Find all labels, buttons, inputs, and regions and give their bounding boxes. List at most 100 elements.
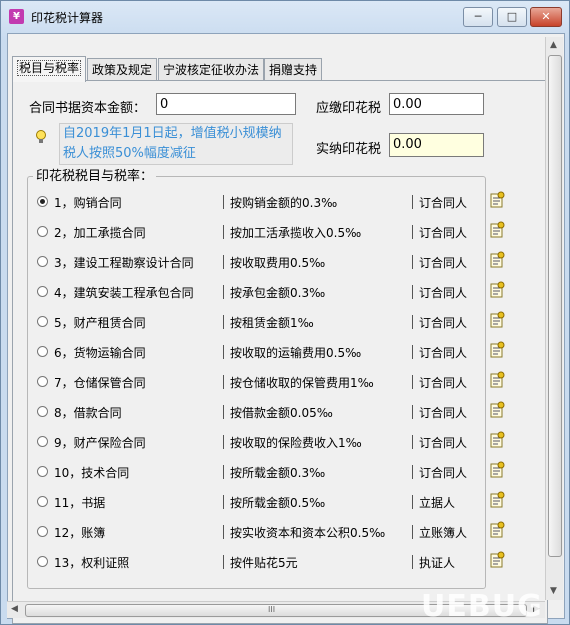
policy-notice: 自2019年1月1日起，增值税小规模纳税人按照50%幅度减征 bbox=[59, 123, 293, 165]
vertical-scrollbar[interactable]: ▲ ▼ bbox=[545, 37, 563, 600]
tax-item-row[interactable]: 10，技术合同 按所载金额0.3‰ 订合同人 bbox=[37, 461, 517, 483]
tax-item-payer: 订合同人 bbox=[419, 406, 468, 420]
notepad-icon[interactable] bbox=[489, 491, 505, 509]
tax-item-radio[interactable] bbox=[37, 256, 48, 267]
tax-item-row[interactable]: 3，建设工程勘察设计合同 按收取费用0.5‰ 订合同人 bbox=[37, 251, 517, 273]
notepad-icon[interactable] bbox=[489, 371, 505, 389]
tax-item-name: 10，技术合同 bbox=[54, 466, 130, 480]
column-separator bbox=[412, 555, 413, 569]
tax-item-rate: 按件贴花5元 bbox=[230, 556, 298, 570]
notepad-icon[interactable] bbox=[489, 221, 505, 239]
tax-item-row[interactable]: 12，账簿 按实收资本和资本公积0.5‰ 立账簿人 bbox=[37, 521, 517, 543]
app-icon: ¥ bbox=[9, 9, 24, 24]
capital-input[interactable]: 0 bbox=[156, 93, 296, 115]
tax-item-payer: 订合同人 bbox=[419, 376, 468, 390]
tax-item-name: 1，购销合同 bbox=[54, 196, 122, 210]
tab-tax-items[interactable]: 税目与税率 bbox=[12, 56, 87, 82]
tax-item-radio[interactable] bbox=[37, 406, 48, 417]
column-separator bbox=[223, 255, 224, 269]
tax-item-rate: 按所载金额0.3‰ bbox=[230, 466, 326, 480]
title-bar[interactable]: ¥ 印花税计算器 ─ □ ✕ bbox=[1, 1, 569, 31]
column-separator bbox=[223, 195, 224, 209]
scroll-left-icon[interactable]: ◀ bbox=[11, 604, 18, 614]
scroll-down-icon[interactable]: ▼ bbox=[550, 586, 557, 596]
maximize-button[interactable]: □ bbox=[497, 7, 527, 27]
tax-item-radio[interactable] bbox=[37, 496, 48, 507]
watermark-logo: UEBUG bbox=[421, 589, 543, 624]
column-separator bbox=[412, 315, 413, 329]
tax-item-row[interactable]: 6，货物运输合同 按收取的运输费用0.5‰ 订合同人 bbox=[37, 341, 517, 363]
scroll-up-icon[interactable]: ▲ bbox=[550, 40, 557, 50]
tab-policy[interactable]: 政策及规定 bbox=[87, 58, 158, 81]
tax-item-payer: 执证人 bbox=[419, 556, 456, 570]
tax-item-row[interactable]: 13，权利证照 按件贴花5元 执证人 bbox=[37, 551, 517, 573]
tax-item-payer: 订合同人 bbox=[419, 256, 468, 270]
tax-item-radio[interactable] bbox=[37, 346, 48, 357]
tax-item-payer: 订合同人 bbox=[419, 316, 468, 330]
tax-item-row[interactable]: 1，购销合同 按购销金额的0.3‰ 订合同人 bbox=[37, 191, 517, 213]
notepad-icon[interactable] bbox=[489, 281, 505, 299]
column-separator bbox=[412, 465, 413, 479]
vertical-scroll-thumb[interactable] bbox=[548, 55, 562, 557]
tax-item-name: 6，货物运输合同 bbox=[54, 346, 146, 360]
notepad-icon[interactable] bbox=[489, 461, 505, 479]
tax-item-rate: 按借款金额0.05‰ bbox=[230, 406, 333, 420]
column-separator bbox=[412, 285, 413, 299]
column-separator bbox=[223, 285, 224, 299]
tax-item-row[interactable]: 4，建筑安装工程承包合同 按承包金额0.3‰ 订合同人 bbox=[37, 281, 517, 303]
minimize-button[interactable]: ─ bbox=[463, 7, 493, 27]
tax-item-row[interactable]: 8，借款合同 按借款金额0.05‰ 订合同人 bbox=[37, 401, 517, 423]
tax-item-radio[interactable] bbox=[37, 316, 48, 327]
tab-ningbo[interactable]: 宁波核定征收办法 bbox=[158, 58, 265, 81]
tax-item-row[interactable]: 11，书据 按所载金额0.5‰ 立据人 bbox=[37, 491, 517, 513]
notepad-icon[interactable] bbox=[489, 191, 505, 209]
tax-item-radio[interactable] bbox=[37, 376, 48, 387]
tax-item-row[interactable]: 2，加工承揽合同 按加工活承揽收入0.5‰ 订合同人 bbox=[37, 221, 517, 243]
app-window: ¥ 印花税计算器 ─ □ ✕ 税目与税率 政策及规定 宁波核定征收办法 捐赠支持… bbox=[0, 0, 570, 625]
column-separator bbox=[223, 465, 224, 479]
tax-item-name: 7，仓储保管合同 bbox=[54, 376, 146, 390]
tax-item-payer: 订合同人 bbox=[419, 436, 468, 450]
notepad-icon[interactable] bbox=[489, 311, 505, 329]
tax-item-rate: 按租赁金额1‰ bbox=[230, 316, 314, 330]
notepad-icon[interactable] bbox=[489, 401, 505, 419]
notepad-icon[interactable] bbox=[489, 341, 505, 359]
tax-item-radio[interactable] bbox=[37, 556, 48, 567]
column-separator bbox=[223, 525, 224, 539]
column-separator bbox=[223, 345, 224, 359]
notepad-icon[interactable] bbox=[489, 551, 505, 569]
tab-donate[interactable]: 捐赠支持 bbox=[264, 58, 323, 81]
tax-item-name: 12，账簿 bbox=[54, 526, 106, 540]
notepad-icon[interactable] bbox=[489, 251, 505, 269]
tax-item-payer: 订合同人 bbox=[419, 196, 468, 210]
tax-item-row[interactable]: 5，财产租赁合同 按租赁金额1‰ 订合同人 bbox=[37, 311, 517, 333]
notepad-icon[interactable] bbox=[489, 431, 505, 449]
tax-item-name: 3，建设工程勘察设计合同 bbox=[54, 256, 194, 270]
column-separator bbox=[412, 495, 413, 509]
tax-item-row[interactable]: 9，财产保险合同 按收取的保险费收入1‰ 订合同人 bbox=[37, 431, 517, 453]
column-separator bbox=[223, 315, 224, 329]
tax-item-radio[interactable] bbox=[37, 436, 48, 447]
column-separator bbox=[223, 495, 224, 509]
tax-item-radio[interactable] bbox=[37, 226, 48, 237]
tax-item-name: 8，借款合同 bbox=[54, 406, 122, 420]
column-separator bbox=[412, 225, 413, 239]
close-button[interactable]: ✕ bbox=[530, 7, 562, 27]
column-separator bbox=[223, 405, 224, 419]
tax-item-radio[interactable] bbox=[37, 286, 48, 297]
tax-item-radio[interactable] bbox=[37, 466, 48, 477]
capital-label: 合同书据资本金额： bbox=[29, 101, 147, 116]
tax-item-row[interactable]: 7，仓储保管合同 按仓储收取的保管费用1‰ 订合同人 bbox=[37, 371, 517, 393]
column-separator bbox=[412, 405, 413, 419]
tax-item-name: 5，财产租赁合同 bbox=[54, 316, 146, 330]
notepad-icon[interactable] bbox=[489, 521, 505, 539]
tax-item-radio[interactable] bbox=[37, 526, 48, 537]
column-separator bbox=[412, 255, 413, 269]
column-separator bbox=[412, 345, 413, 359]
tax-item-name: 11，书据 bbox=[54, 496, 106, 510]
column-separator bbox=[412, 525, 413, 539]
tax-item-radio[interactable] bbox=[37, 196, 48, 207]
column-separator bbox=[223, 375, 224, 389]
column-separator bbox=[223, 225, 224, 239]
tax-item-payer: 立账簿人 bbox=[419, 526, 468, 540]
